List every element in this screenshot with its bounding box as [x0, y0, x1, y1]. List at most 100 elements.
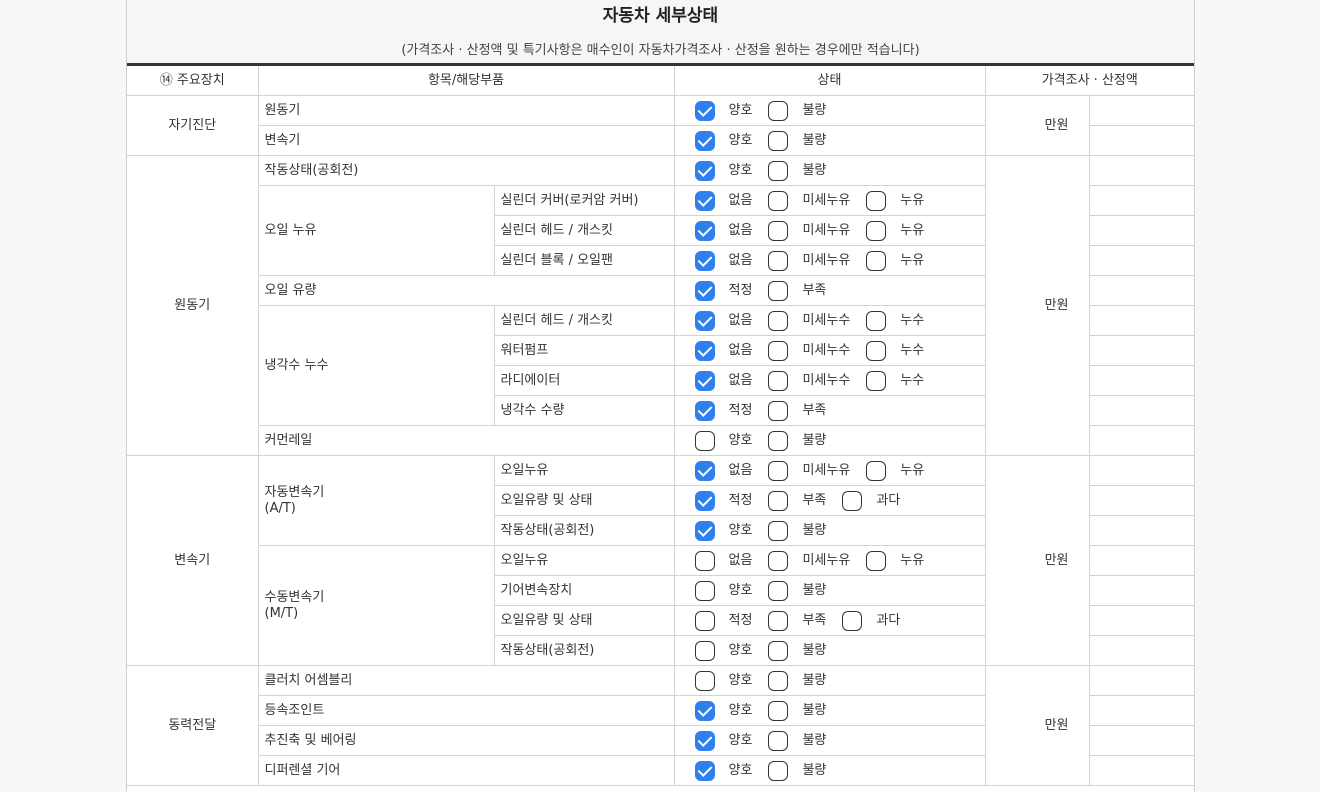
state-option[interactable]: 부족 [768, 397, 826, 425]
checkbox-unchecked[interactable] [768, 220, 789, 241]
price-input[interactable] [1088, 545, 1195, 576]
price-input[interactable] [1088, 185, 1195, 216]
checkbox-unchecked[interactable] [866, 460, 887, 481]
checkbox-unchecked[interactable] [694, 610, 715, 631]
checkbox-unchecked[interactable] [768, 460, 789, 481]
checkbox-unchecked[interactable] [866, 220, 887, 241]
state-option[interactable]: 적정 [694, 487, 752, 515]
state-option[interactable]: 미세누유 [768, 547, 850, 575]
state-option[interactable]: 양호 [694, 157, 752, 185]
state-option[interactable]: 양호 [694, 727, 752, 755]
state-option[interactable]: 미세누유 [768, 187, 850, 215]
state-option[interactable]: 불량 [768, 97, 826, 125]
checkbox-unchecked[interactable] [768, 640, 789, 661]
price-input[interactable] [1088, 365, 1195, 396]
price-input[interactable] [1088, 395, 1195, 426]
checkbox-unchecked[interactable] [768, 310, 789, 331]
state-option[interactable]: 불량 [768, 727, 826, 755]
state-option[interactable]: 누수 [866, 367, 924, 395]
price-input[interactable] [1088, 635, 1195, 666]
state-option[interactable]: 부족 [768, 487, 826, 515]
checkbox-unchecked[interactable] [768, 730, 789, 751]
checkbox-unchecked[interactable] [866, 310, 887, 331]
checkbox-unchecked[interactable] [768, 490, 789, 511]
checkbox-unchecked[interactable] [768, 550, 789, 571]
state-option[interactable]: 양호 [694, 697, 752, 725]
state-option[interactable]: 미세누수 [768, 337, 850, 365]
checkbox-unchecked[interactable] [768, 610, 789, 631]
checkbox-checked[interactable] [694, 100, 715, 121]
checkbox-unchecked[interactable] [768, 520, 789, 541]
state-option[interactable]: 불량 [768, 427, 826, 455]
state-option[interactable]: 적정 [694, 277, 752, 305]
price-input[interactable] [1088, 155, 1195, 186]
state-option[interactable]: 없음 [694, 247, 752, 275]
state-option[interactable]: 없음 [694, 187, 752, 215]
price-input[interactable] [1088, 275, 1195, 306]
price-input[interactable] [1088, 605, 1195, 636]
price-input[interactable] [1088, 725, 1195, 756]
checkbox-unchecked[interactable] [768, 250, 789, 271]
state-option[interactable]: 누수 [866, 307, 924, 335]
price-input[interactable] [1088, 215, 1195, 246]
checkbox-unchecked[interactable] [694, 670, 715, 691]
state-option[interactable]: 없음 [694, 367, 752, 395]
checkbox-checked[interactable] [694, 460, 715, 481]
checkbox-checked[interactable] [694, 400, 715, 421]
state-option[interactable]: 누유 [866, 187, 924, 215]
state-option[interactable]: 불량 [768, 577, 826, 605]
state-option[interactable]: 없음 [694, 307, 752, 335]
price-input[interactable] [1088, 665, 1195, 696]
checkbox-unchecked[interactable] [768, 160, 789, 181]
price-input[interactable] [1088, 335, 1195, 366]
checkbox-checked[interactable] [694, 730, 715, 751]
checkbox-unchecked[interactable] [866, 250, 887, 271]
state-option[interactable]: 미세누유 [768, 457, 850, 485]
checkbox-checked[interactable] [694, 220, 715, 241]
state-option[interactable]: 양호 [694, 637, 752, 665]
checkbox-unchecked[interactable] [768, 190, 789, 211]
checkbox-unchecked[interactable] [866, 190, 887, 211]
checkbox-checked[interactable] [694, 760, 715, 781]
state-option[interactable]: 누유 [866, 217, 924, 245]
checkbox-unchecked[interactable] [768, 700, 789, 721]
state-option[interactable]: 미세누수 [768, 367, 850, 395]
checkbox-unchecked[interactable] [768, 370, 789, 391]
checkbox-checked[interactable] [694, 370, 715, 391]
price-input[interactable] [1088, 455, 1195, 486]
checkbox-checked[interactable] [694, 280, 715, 301]
checkbox-unchecked[interactable] [768, 580, 789, 601]
state-option[interactable]: 미세누유 [768, 217, 850, 245]
state-option[interactable]: 과다 [842, 487, 900, 515]
state-option[interactable]: 없음 [694, 217, 752, 245]
state-option[interactable]: 불량 [768, 637, 826, 665]
state-option[interactable]: 양호 [694, 427, 752, 455]
checkbox-unchecked[interactable] [768, 130, 789, 151]
checkbox-checked[interactable] [694, 190, 715, 211]
checkbox-unchecked[interactable] [768, 280, 789, 301]
state-option[interactable]: 불량 [768, 757, 826, 785]
price-input[interactable] [1088, 125, 1195, 156]
price-input[interactable] [1088, 695, 1195, 726]
state-option[interactable]: 양호 [694, 757, 752, 785]
price-input[interactable] [1088, 305, 1195, 336]
state-option[interactable]: 불량 [768, 697, 826, 725]
checkbox-checked[interactable] [694, 250, 715, 271]
price-input[interactable] [1088, 95, 1195, 126]
state-option[interactable]: 양호 [694, 127, 752, 155]
checkbox-unchecked[interactable] [768, 100, 789, 121]
state-option[interactable]: 적정 [694, 397, 752, 425]
checkbox-unchecked[interactable] [768, 400, 789, 421]
checkbox-unchecked[interactable] [768, 670, 789, 691]
state-option[interactable]: 미세누유 [768, 247, 850, 275]
state-option[interactable]: 불량 [768, 157, 826, 185]
checkbox-checked[interactable] [694, 130, 715, 151]
checkbox-unchecked[interactable] [694, 550, 715, 571]
state-option[interactable]: 없음 [694, 337, 752, 365]
state-option[interactable]: 누유 [866, 457, 924, 485]
state-option[interactable]: 과다 [842, 607, 900, 635]
state-option[interactable]: 불량 [768, 127, 826, 155]
state-option[interactable]: 불량 [768, 517, 826, 545]
price-input[interactable] [1088, 425, 1195, 456]
price-input[interactable] [1088, 485, 1195, 516]
